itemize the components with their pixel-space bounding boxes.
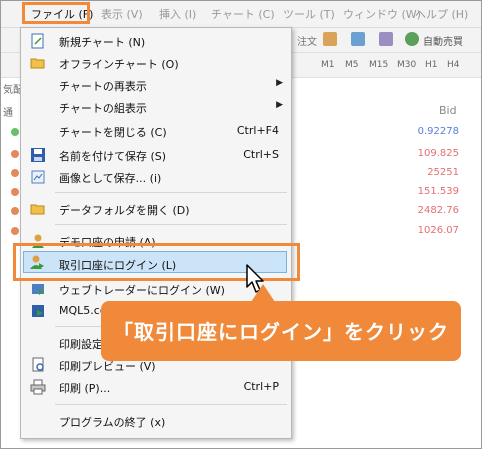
callout-pointer	[251, 284, 275, 302]
bid-value: 25251	[427, 167, 459, 178]
menu-item-label: 印刷設定	[59, 338, 103, 351]
menu-item-open-data-folder[interactable]: データフォルダを開く (D)	[21, 198, 291, 220]
timeframe-m5[interactable]: M5	[345, 60, 359, 70]
timeframe-m30[interactable]: M30	[397, 60, 416, 70]
submenu-arrow-icon: ▶	[276, 78, 283, 88]
menu-separator	[55, 192, 287, 193]
file-menu-dropdown: 新規チャート (N) オフラインチャート (O) チャートの再表示 ▶ チャート…	[20, 27, 292, 439]
auto-trade-button[interactable]: 自動売買	[423, 33, 463, 48]
webtrader-icon	[32, 284, 44, 295]
callout-text: 「取引口座にログイン」をクリック	[113, 320, 449, 344]
menu-item-label: データフォルダを開く (D)	[59, 204, 190, 217]
save-disk-icon	[31, 148, 45, 162]
menu-item-label: 画像として保存... (i)	[59, 172, 162, 185]
shortcut-label: Ctrl+P	[243, 380, 279, 393]
menu-item-label: 新規チャート (N)	[59, 36, 146, 49]
order-partial-text: 注文	[297, 37, 317, 48]
menu-item-exit[interactable]: プログラムの終了 (x)	[21, 410, 291, 432]
symbol-column-label: 通	[3, 108, 13, 119]
menu-help[interactable]: ヘルプ (H)	[415, 6, 468, 22]
menu-item-label: チャートの再表示	[59, 80, 147, 93]
menu-item-save-image[interactable]: 画像として保存... (i)	[21, 166, 291, 188]
bid-value: 0.92278	[417, 126, 459, 137]
print-preview-icon	[32, 357, 44, 372]
menu-view[interactable]: 表示 (V)	[101, 6, 143, 22]
menu-item-print[interactable]: 印刷 (P)... Ctrl+P	[21, 376, 291, 398]
bid-value: 109.825	[417, 148, 459, 159]
down-arrow-icon	[11, 207, 19, 215]
file-menu-highlight-frame	[22, 2, 90, 24]
timeframe-m1[interactable]: M1	[321, 60, 335, 70]
menu-separator	[55, 224, 287, 225]
save-image-icon	[31, 170, 45, 184]
mql5-icon	[32, 305, 44, 317]
down-arrow-icon	[11, 169, 19, 177]
menu-item-save-as[interactable]: 名前を付けて保存 (S) Ctrl+S	[21, 144, 291, 166]
shortcut-label: Ctrl+S	[243, 148, 279, 161]
bid-value: 1026.07	[417, 225, 459, 236]
menu-item-label: チャートの組表示	[59, 102, 147, 115]
down-arrow-icon	[11, 227, 19, 235]
auto-trade-icon[interactable]	[405, 32, 419, 46]
bid-column-header: Bid	[439, 104, 457, 117]
app-window: ファイル (F) 表示 (V) 挿入 (I) チャート (C) ツール (T) …	[0, 0, 482, 449]
down-arrow-icon	[11, 188, 19, 196]
timeframe-m15[interactable]: M15	[369, 60, 388, 70]
menu-item-label: プログラムの終了 (x)	[59, 416, 166, 429]
new-chart-icon	[31, 33, 44, 49]
submenu-arrow-icon: ▶	[276, 100, 283, 110]
menu-tools[interactable]: ツール (T)	[283, 6, 335, 22]
tool-icon[interactable]	[323, 32, 337, 46]
printer-icon	[30, 379, 46, 395]
tool-icon[interactable]	[351, 32, 365, 46]
up-arrow-icon	[11, 128, 19, 136]
menu-item-label: チャートを閉じる (C)	[59, 126, 167, 139]
bid-value: 151.539	[417, 186, 459, 197]
menu-window[interactable]: ウィンドウ (W)	[343, 6, 421, 22]
menu-item-label: 名前を付けて保存 (S)	[59, 150, 167, 163]
menu-item-redisplay-chart[interactable]: チャートの再表示 ▶	[21, 74, 291, 96]
menu-item-new-chart[interactable]: 新規チャート (N)	[21, 30, 291, 52]
menu-item-label: ウェブトレーダーにログイン (W)	[59, 284, 225, 297]
folder-icon	[30, 204, 45, 215]
down-arrow-icon	[11, 150, 19, 158]
menu-item-label: 印刷 (P)...	[59, 382, 111, 395]
menu-item-label: オフラインチャート (O)	[59, 58, 179, 71]
tool-icon[interactable]	[379, 32, 393, 46]
instruction-callout: 「取引口座にログイン」をクリック	[101, 301, 461, 361]
menu-insert[interactable]: 挿入 (I)	[159, 6, 196, 22]
menu-item-close-chart[interactable]: チャートを閉じる (C) Ctrl+F4	[21, 120, 291, 142]
folder-open-icon	[30, 58, 45, 69]
timeframe-h1[interactable]: H1	[425, 60, 438, 70]
menu-item-chart-set[interactable]: チャートの組表示 ▶	[21, 96, 291, 118]
bid-value: 2482.76	[417, 205, 459, 216]
timeframe-h4[interactable]: H4	[447, 60, 460, 70]
menu-chart[interactable]: チャート (C)	[211, 6, 275, 22]
menu-item-offline-chart[interactable]: オフラインチャート (O)	[21, 52, 291, 74]
menu-separator	[55, 404, 287, 405]
shortcut-label: Ctrl+F4	[236, 124, 279, 137]
